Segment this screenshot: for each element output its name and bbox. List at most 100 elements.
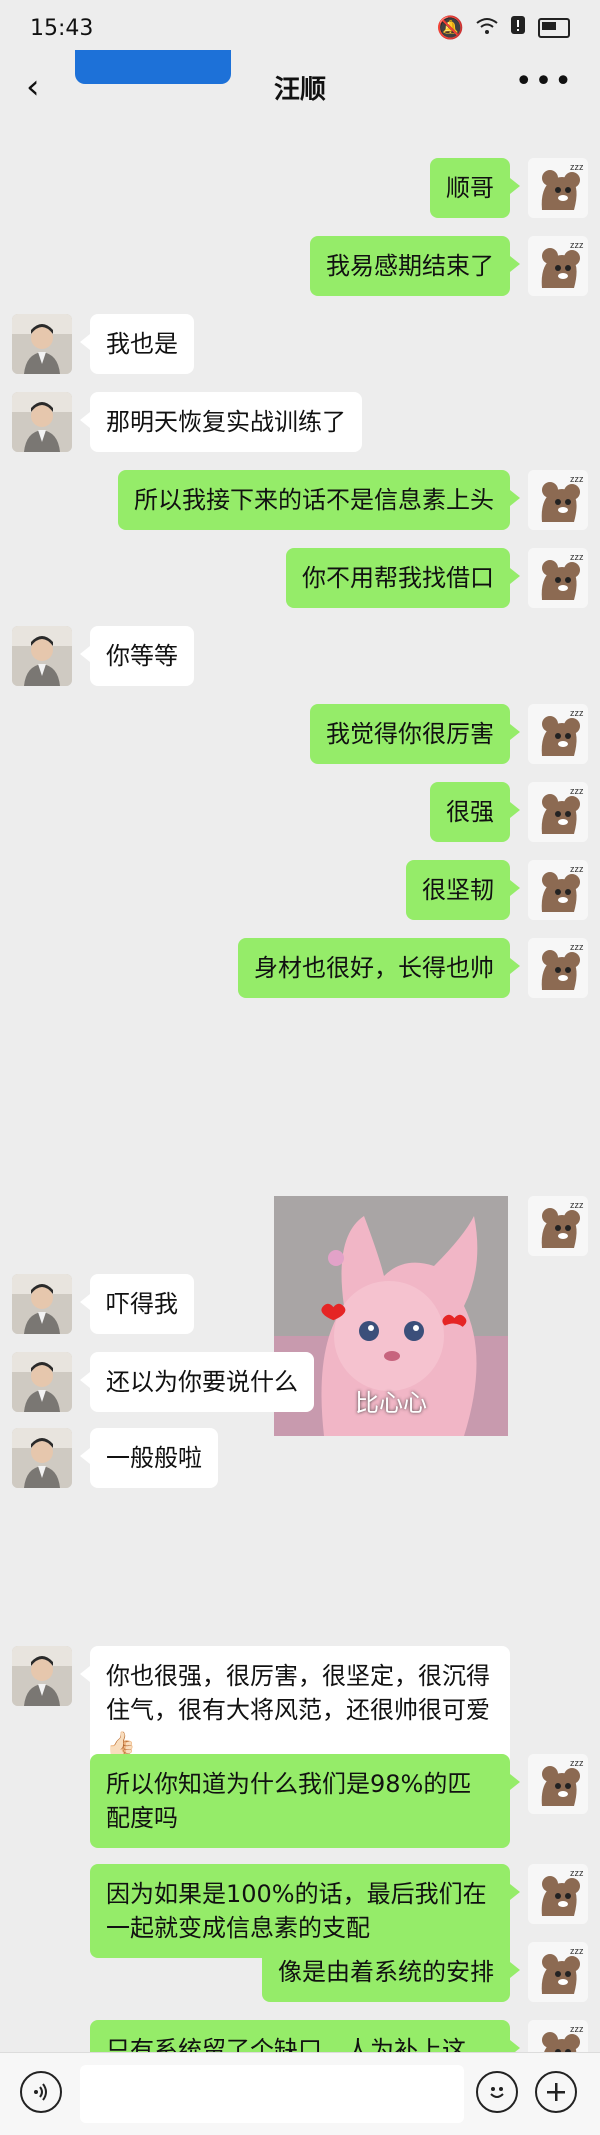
message-row: zzz 很强 bbox=[0, 782, 600, 842]
my-avatar[interactable]: zzz bbox=[528, 782, 588, 842]
chat-title: 汪顺 bbox=[273, 74, 326, 105]
battery-icon bbox=[538, 18, 570, 38]
outgoing-message[interactable]: 所以你知道为什么我们是98%的匹配度吗 bbox=[90, 1754, 520, 1848]
incoming-message[interactable]: 吓得我 bbox=[80, 1274, 194, 1334]
incoming-message[interactable]: 还以为你要说什么 bbox=[80, 1352, 314, 1412]
status-bar: 15:43 🔕 bbox=[0, 0, 600, 56]
message-row: 一般般啦 bbox=[0, 1428, 600, 1488]
svg-text:zzz: zzz bbox=[570, 864, 584, 874]
incoming-message[interactable]: 那明天恢复实战训练了 bbox=[80, 392, 362, 452]
wifi-icon bbox=[476, 16, 498, 41]
message-text: 你也很强，很厉害，很坚定，很沉得住气，很有大将风范，还很帅很可爱👍🏻 bbox=[106, 1662, 490, 1758]
incoming-message[interactable]: 一般般啦 bbox=[80, 1428, 218, 1488]
outgoing-message[interactable]: 很强 bbox=[430, 782, 520, 842]
status-icons: 🔕 bbox=[437, 15, 570, 41]
message-row: zzz 顺哥 bbox=[0, 158, 600, 218]
svg-text:zzz: zzz bbox=[570, 1758, 584, 1768]
my-avatar[interactable]: zzz bbox=[528, 236, 588, 296]
svg-text:zzz: zzz bbox=[570, 708, 584, 718]
my-avatar[interactable]: zzz bbox=[528, 860, 588, 920]
message-text: 我易感期结束了 bbox=[326, 252, 494, 280]
message-text: 所以我接下来的话不是信息素上头 bbox=[134, 486, 494, 514]
message-text: 你不用帮我找借口 bbox=[302, 564, 494, 592]
outgoing-message[interactable]: 很坚韧 bbox=[406, 860, 520, 920]
message-text: 因为如果是100%的话，最后我们在一起就变成信息素的支配 bbox=[106, 1880, 487, 1942]
my-avatar[interactable]: zzz bbox=[528, 470, 588, 530]
status-time: 15:43 bbox=[30, 15, 94, 41]
svg-text:zzz: zzz bbox=[570, 1868, 584, 1878]
my-avatar[interactable]: zzz bbox=[528, 158, 588, 218]
message-row: zzz 像是由着系统的安排 bbox=[0, 1942, 600, 2002]
svg-text:zzz: zzz bbox=[570, 162, 584, 172]
message-row: 你也很强，很厉害，很坚定，很沉得住气，很有大将风范，还很帅很可爱👍🏻 bbox=[0, 1646, 600, 1774]
message-text: 一般般啦 bbox=[106, 1444, 202, 1472]
contact-avatar[interactable] bbox=[12, 626, 72, 686]
message-text: 很坚韧 bbox=[422, 876, 494, 904]
outgoing-message[interactable]: 你不用帮我找借口 bbox=[286, 548, 520, 608]
plus-icon[interactable] bbox=[535, 2071, 577, 2113]
contact-avatar[interactable] bbox=[12, 1646, 72, 1706]
message-input[interactable] bbox=[80, 2065, 464, 2123]
message-text: 很强 bbox=[446, 798, 494, 826]
message-row: 吓得我 bbox=[0, 1274, 600, 1334]
mute-icon: 🔕 bbox=[436, 15, 464, 41]
message-text: 你等等 bbox=[106, 642, 178, 670]
alert-icon bbox=[510, 15, 526, 41]
emoji-icon[interactable] bbox=[476, 2071, 518, 2113]
contact-avatar[interactable] bbox=[12, 314, 72, 374]
message-row: 我也是 bbox=[0, 314, 600, 374]
message-text: 所以你知道为什么我们是98%的匹配度吗 bbox=[106, 1770, 472, 1832]
chat-header: ‹ 汪顺 ••• bbox=[0, 56, 600, 118]
outgoing-message[interactable]: 我易感期结束了 bbox=[310, 236, 520, 296]
message-text: 我觉得你很厉害 bbox=[326, 720, 494, 748]
message-row: zzz 因为如果是100%的话，最后我们在一起就变成信息素的支配 bbox=[0, 1864, 600, 1958]
outgoing-message[interactable]: 我觉得你很厉害 bbox=[310, 704, 520, 764]
my-avatar[interactable]: zzz bbox=[528, 704, 588, 764]
message-row: zzz 所以你知道为什么我们是98%的匹配度吗 bbox=[0, 1754, 600, 1848]
message-text: 那明天恢复实战训练了 bbox=[106, 408, 346, 436]
svg-text:zzz: zzz bbox=[570, 786, 584, 796]
contact-avatar[interactable] bbox=[12, 1428, 72, 1488]
message-row: 那明天恢复实战训练了 bbox=[0, 392, 600, 452]
more-icon[interactable]: ••• bbox=[515, 64, 574, 99]
my-avatar[interactable]: zzz bbox=[528, 938, 588, 998]
outgoing-message[interactable]: 所以我接下来的话不是信息素上头 bbox=[118, 470, 520, 530]
message-row: 你等等 bbox=[0, 626, 600, 686]
contact-avatar[interactable] bbox=[12, 1274, 72, 1334]
my-avatar[interactable]: zzz bbox=[528, 548, 588, 608]
input-bar bbox=[0, 2052, 600, 2135]
outgoing-message[interactable]: 顺哥 bbox=[430, 158, 520, 218]
message-row: zzz 很坚韧 bbox=[0, 860, 600, 920]
message-row: zzz 身材也很好，长得也帅 bbox=[0, 938, 600, 998]
svg-text:zzz: zzz bbox=[570, 1946, 584, 1956]
message-row: zzz 我觉得你很厉害 bbox=[0, 704, 600, 764]
message-row: zzz 你不用帮我找借口 bbox=[0, 548, 600, 608]
svg-text:zzz: zzz bbox=[570, 474, 584, 484]
incoming-message[interactable]: 你等等 bbox=[80, 626, 194, 686]
message-text: 吓得我 bbox=[106, 1290, 178, 1318]
message-text: 还以为你要说什么 bbox=[106, 1368, 298, 1396]
outgoing-message[interactable]: 像是由着系统的安排 bbox=[262, 1942, 520, 2002]
incoming-message[interactable]: 我也是 bbox=[80, 314, 194, 374]
contact-avatar[interactable] bbox=[12, 392, 72, 452]
svg-text:zzz: zzz bbox=[570, 2024, 584, 2034]
contact-avatar[interactable] bbox=[12, 1352, 72, 1412]
outgoing-message[interactable]: 身材也很好，长得也帅 bbox=[238, 938, 520, 998]
message-text: 我也是 bbox=[106, 330, 178, 358]
svg-text:zzz: zzz bbox=[570, 942, 584, 952]
my-avatar[interactable]: zzz bbox=[528, 1754, 588, 1814]
my-avatar[interactable]: zzz bbox=[528, 1942, 588, 2002]
svg-text:zzz: zzz bbox=[570, 240, 584, 250]
message-row: 还以为你要说什么 bbox=[0, 1352, 600, 1412]
message-row: zzz 所以我接下来的话不是信息素上头 bbox=[0, 470, 600, 530]
message-text: 像是由着系统的安排 bbox=[278, 1958, 494, 1986]
my-avatar[interactable]: zzz bbox=[528, 1864, 588, 1924]
my-avatar[interactable]: zzz bbox=[528, 1196, 588, 1256]
message-row: zzz 我易感期结束了 bbox=[0, 236, 600, 296]
svg-text:zzz: zzz bbox=[570, 1200, 584, 1210]
message-text: 顺哥 bbox=[446, 174, 494, 202]
chevron-left-icon[interactable]: ‹ bbox=[26, 70, 40, 104]
svg-text:zzz: zzz bbox=[570, 552, 584, 562]
voice-icon[interactable] bbox=[20, 2071, 62, 2113]
message-text: 身材也很好，长得也帅 bbox=[254, 954, 494, 982]
